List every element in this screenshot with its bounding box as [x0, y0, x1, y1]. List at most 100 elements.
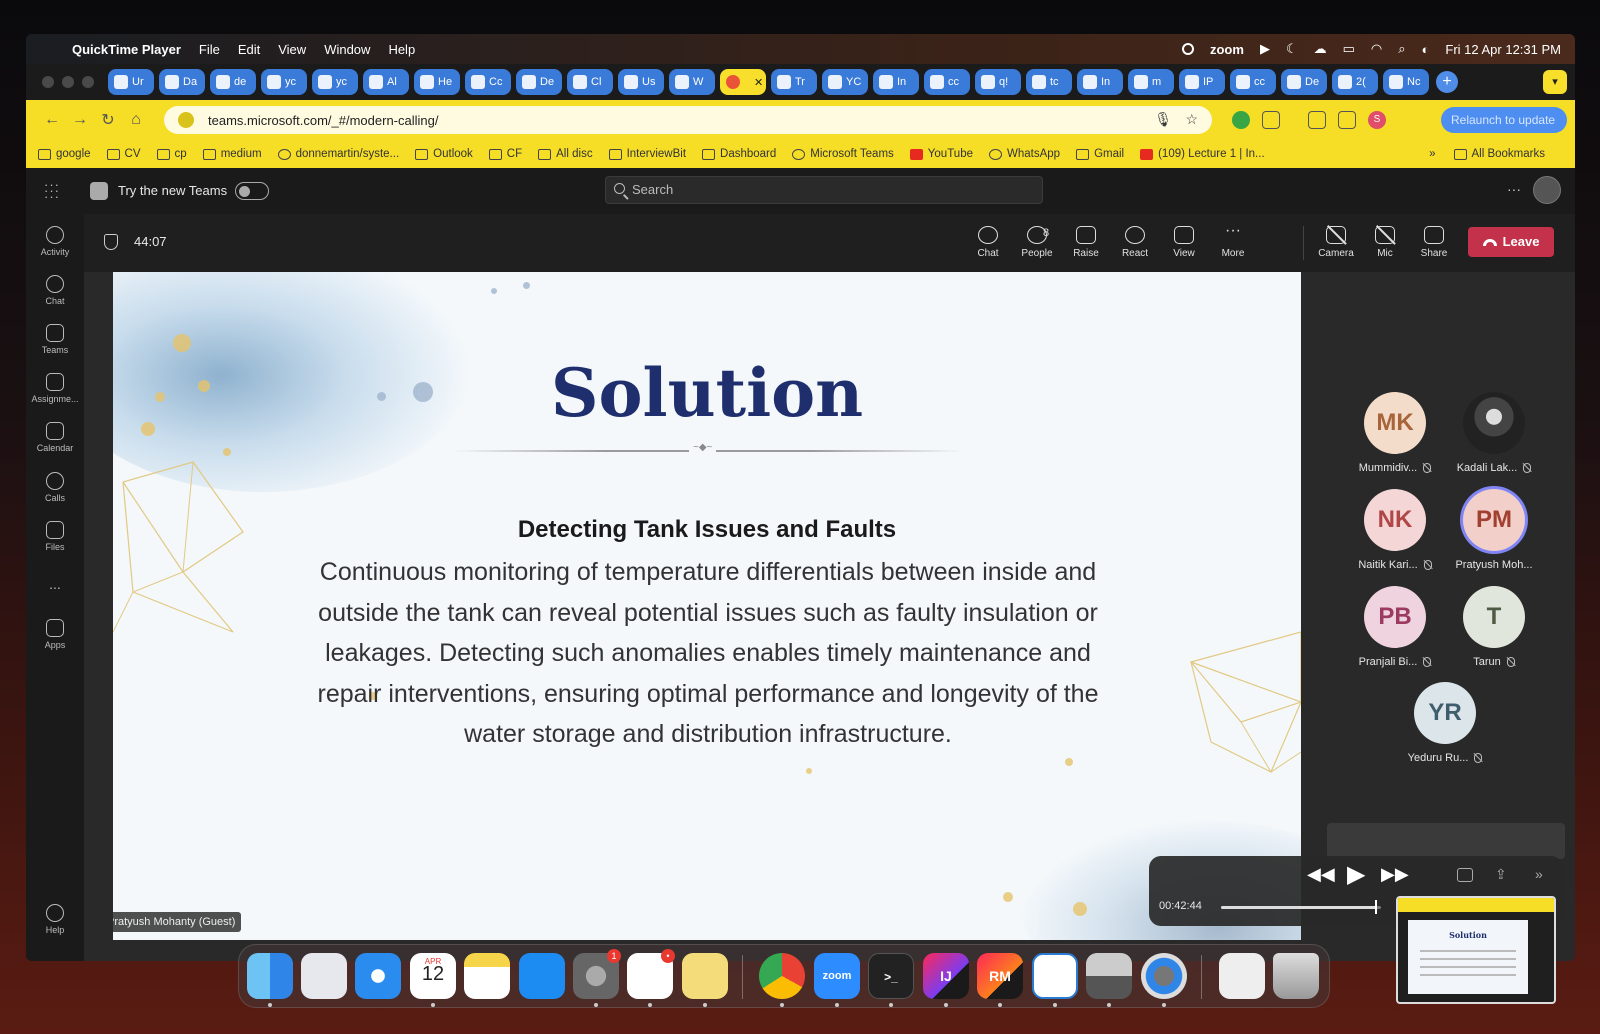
fast-forward-button[interactable]: ▶▶ [1381, 864, 1409, 885]
menu-file[interactable]: File [199, 42, 220, 57]
mic-button[interactable]: Mic [1363, 226, 1407, 259]
side-panel-icon[interactable] [1338, 111, 1356, 129]
rail-item-assignments[interactable]: Assignme... [26, 373, 84, 404]
minimize-window-button[interactable] [62, 76, 74, 88]
rail-item-calls[interactable]: Calls [26, 472, 84, 503]
puzzle-icon[interactable] [1262, 111, 1280, 129]
browser-tab[interactable]: Tr [771, 69, 817, 95]
back-icon[interactable]: ← [38, 111, 66, 129]
more-options-icon[interactable]: ··· [1507, 181, 1521, 197]
more-button[interactable]: ··· More [1211, 223, 1255, 260]
new-teams-toggle[interactable] [235, 182, 269, 200]
bookmark-item[interactable]: WhatsApp [989, 148, 1060, 160]
browser-tab[interactable]: yc [261, 69, 307, 95]
browser-tab[interactable]: cc [924, 69, 970, 95]
bookmark-item[interactable]: InterviewBit [608, 148, 686, 160]
bookmark-item[interactable]: YouTube [909, 148, 973, 160]
participant-tile[interactable]: YR Yeduru Ru... [1397, 682, 1493, 764]
browser-tab[interactable]: cc [1230, 69, 1276, 95]
cloud-icon[interactable]: ☁ [1314, 41, 1327, 57]
rewind-button[interactable]: ◀◀ [1307, 864, 1335, 885]
browser-tab[interactable]: de [210, 69, 256, 95]
rail-item-apps[interactable]: Apps [26, 619, 84, 650]
browser-tab[interactable]: W [669, 69, 715, 95]
bookmark-item[interactable]: cp [156, 148, 187, 160]
microphone-icon[interactable]: 🎙 [1154, 111, 1172, 128]
menu-window[interactable]: Window [324, 42, 370, 57]
bookmark-star-icon[interactable]: ☆ [1185, 111, 1198, 128]
zoom-app-icon[interactable]: zoom [814, 953, 860, 999]
trash-icon[interactable] [1273, 953, 1319, 999]
browser-tab[interactable]: In [873, 69, 919, 95]
browser-tab[interactable]: IP [1179, 69, 1225, 95]
menu-edit[interactable]: Edit [238, 42, 260, 57]
expand-icon[interactable]: » [1535, 866, 1543, 882]
new-tab-button[interactable]: + [1436, 71, 1458, 93]
people-button[interactable]: 8 People [1015, 226, 1059, 259]
launchpad-icon[interactable] [301, 953, 347, 999]
browser-tab[interactable]: He [414, 69, 460, 95]
browser-tab[interactable]: tc [1026, 69, 1072, 95]
browser-tab[interactable]: q! [975, 69, 1021, 95]
browser-tab[interactable]: 2( [1332, 69, 1378, 95]
browser-tab[interactable]: Da [159, 69, 205, 95]
quicktime-icon[interactable] [1141, 953, 1187, 999]
preview-icon[interactable] [1086, 953, 1132, 999]
close-window-button[interactable] [42, 76, 54, 88]
browser-tab[interactable]: YC [822, 69, 868, 95]
browser-tab[interactable]: De [516, 69, 562, 95]
maximize-window-button[interactable] [82, 76, 94, 88]
leave-button[interactable]: Leave [1468, 227, 1554, 257]
raise-hand-button[interactable]: Raise [1064, 226, 1108, 259]
participant-tile-speaking[interactable]: PM Pratyush Moh... [1446, 489, 1542, 571]
participant-tile[interactable]: T Tarun [1446, 586, 1542, 668]
chat-button[interactable]: Chat [966, 226, 1010, 259]
bookmark-item[interactable]: All disc [538, 148, 593, 160]
menu-view[interactable]: View [278, 42, 306, 57]
rubymine-icon[interactable]: RM [977, 953, 1023, 999]
browser-tab[interactable]: De [1281, 69, 1327, 95]
bookmark-item[interactable]: Outlook [415, 148, 473, 160]
extension-icon[interactable] [1232, 111, 1250, 129]
profile-avatar[interactable]: S [1368, 111, 1386, 129]
bookmark-item[interactable]: CF [488, 148, 522, 160]
browser-tab[interactable]: Ur [108, 69, 154, 95]
camera-button[interactable]: Camera [1313, 226, 1359, 259]
browser-tab[interactable]: Us [618, 69, 664, 95]
all-bookmarks[interactable]: All Bookmarks [1453, 148, 1545, 160]
scrubber[interactable] [1221, 900, 1381, 914]
document-icon[interactable] [1219, 953, 1265, 999]
picture-in-picture-icon[interactable] [1457, 868, 1473, 882]
play-circle-icon[interactable]: ▶ [1260, 41, 1270, 57]
bookmark-item[interactable]: Gmail [1076, 148, 1124, 160]
zoom-menubar-label[interactable]: zoom [1210, 42, 1244, 57]
react-button[interactable]: React [1113, 226, 1157, 259]
screenshot-thumbnail[interactable]: Solution [1396, 896, 1556, 1004]
browser-tab-active[interactable]: ✕ [720, 69, 766, 95]
app-launcher-icon[interactable]: ··· ··· ··· [44, 178, 62, 203]
rail-item-files[interactable]: Files [26, 521, 84, 552]
browser-tab[interactable]: Al [363, 69, 409, 95]
moon-icon[interactable]: ☾ [1286, 41, 1298, 57]
forward-icon[interactable]: → [66, 111, 94, 129]
rail-item-chat[interactable]: Chat [26, 275, 84, 306]
bookmark-item[interactable]: donnemartin/syste... [277, 148, 399, 160]
app-store-icon[interactable] [519, 953, 565, 999]
close-tab-icon[interactable]: ✕ [754, 76, 763, 89]
tab-search-button[interactable]: ▾ [1543, 70, 1567, 94]
relaunch-button[interactable]: Relaunch to update [1441, 107, 1567, 133]
battery-icon[interactable]: ▭ [1343, 41, 1355, 57]
terminal-icon[interactable]: >_ [868, 953, 914, 999]
rail-item-activity[interactable]: Activity [26, 226, 84, 257]
menu-help[interactable]: Help [388, 42, 415, 57]
record-icon[interactable] [1181, 43, 1194, 55]
share-icon[interactable]: ⇪ [1495, 866, 1507, 883]
scrubber-handle[interactable] [1375, 900, 1378, 914]
play-button[interactable]: ▶ [1347, 860, 1365, 889]
chrome-icon[interactable] [759, 953, 805, 999]
rail-item-help[interactable]: Help [26, 904, 84, 935]
home-icon[interactable]: ⌂ [122, 111, 150, 129]
wifi-icon[interactable]: ◠ [1371, 41, 1382, 57]
view-button[interactable]: View [1162, 226, 1206, 259]
share-button[interactable]: Share [1412, 226, 1456, 259]
